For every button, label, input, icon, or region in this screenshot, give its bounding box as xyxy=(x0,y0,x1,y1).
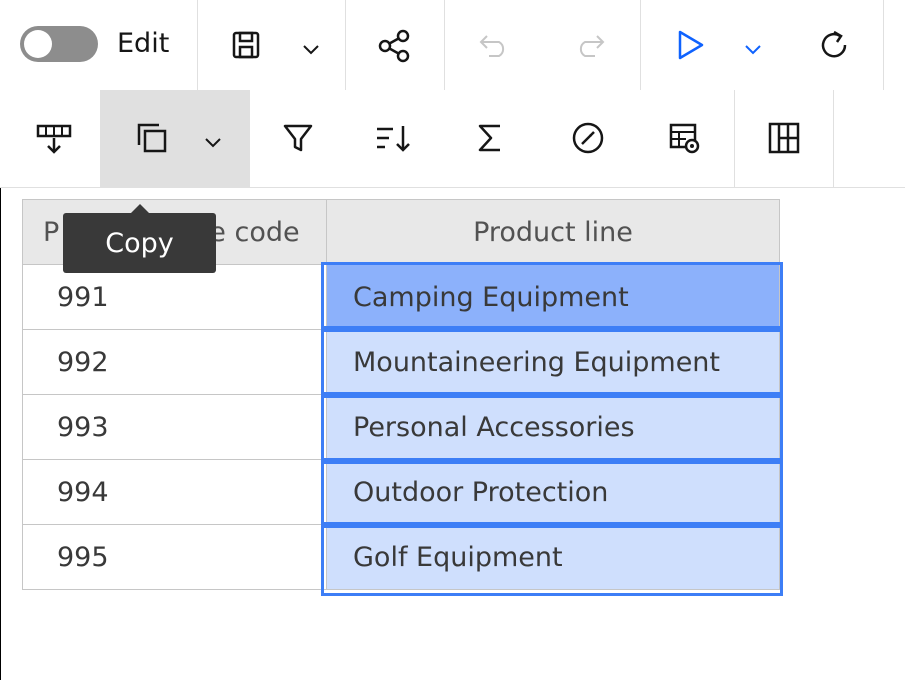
table-row: 992 Mountaineering Equipment xyxy=(22,329,780,395)
copy-icon xyxy=(137,123,167,153)
chevron-down-icon xyxy=(205,138,221,148)
table-row: 993 Personal Accessories xyxy=(22,394,780,460)
copy-tooltip: Copy xyxy=(63,213,216,273)
divider xyxy=(100,90,101,187)
divider xyxy=(833,90,834,187)
cell-line[interactable]: Mountaineering Equipment xyxy=(326,329,780,395)
cell-line[interactable]: Personal Accessories xyxy=(326,394,780,460)
filter-icon xyxy=(283,124,313,152)
table-settings-button[interactable] xyxy=(662,118,706,158)
edit-label: Edit xyxy=(117,28,170,59)
divider xyxy=(249,90,250,187)
share-icon xyxy=(378,29,410,63)
table-row: 995 Golf Equipment xyxy=(22,524,780,590)
table-settings-icon xyxy=(669,123,700,154)
cell-code[interactable]: 993 xyxy=(22,394,327,460)
undo-button[interactable] xyxy=(474,28,514,64)
undo-icon xyxy=(479,35,505,57)
cell-code[interactable]: 991 xyxy=(22,264,327,330)
redo-icon xyxy=(579,35,605,57)
run-menu-button[interactable] xyxy=(738,35,768,65)
chevron-down-icon xyxy=(745,45,761,55)
sort-button[interactable] xyxy=(370,118,416,158)
table-row: 991 Camping Equipment xyxy=(22,264,780,330)
refresh-icon xyxy=(821,30,847,58)
navigate-button[interactable] xyxy=(566,118,610,158)
summarize-icon xyxy=(478,124,500,152)
save-icon xyxy=(232,31,260,59)
divider xyxy=(444,0,445,90)
save-menu-button[interactable] xyxy=(296,35,326,65)
copy-button[interactable] xyxy=(128,118,176,158)
cell-code[interactable]: 995 xyxy=(22,524,327,590)
insert-row-button[interactable] xyxy=(30,118,78,158)
grid-icon xyxy=(768,122,800,154)
run-button[interactable] xyxy=(670,25,710,65)
cell-line[interactable]: Golf Equipment xyxy=(326,524,780,590)
divider xyxy=(734,90,735,187)
header-visible-start: P xyxy=(43,216,60,248)
table-row: 994 Outdoor Protection xyxy=(22,459,780,525)
refresh-button[interactable] xyxy=(812,25,856,65)
sort-icon xyxy=(377,126,410,152)
column-header-line[interactable]: Product line xyxy=(326,199,780,265)
save-button[interactable] xyxy=(222,25,270,65)
header-visible-end: e code xyxy=(209,216,300,248)
main-toolbar: Edit xyxy=(0,0,905,91)
copy-menu-button[interactable] xyxy=(198,128,228,158)
cell-line[interactable]: Camping Equipment xyxy=(326,264,780,330)
filter-button[interactable] xyxy=(276,118,320,158)
data-toolbar xyxy=(0,90,905,188)
chevron-down-icon xyxy=(303,45,319,55)
run-icon xyxy=(678,30,704,60)
edit-toggle[interactable] xyxy=(20,26,98,62)
compass-icon xyxy=(572,122,604,154)
summarize-button[interactable] xyxy=(468,118,512,158)
insert-row-icon xyxy=(36,124,72,154)
divider xyxy=(640,0,641,90)
cell-code[interactable]: 992 xyxy=(22,329,327,395)
grid-button[interactable] xyxy=(762,118,806,158)
cell-line[interactable]: Outdoor Protection xyxy=(326,459,780,525)
cell-code[interactable]: 994 xyxy=(22,459,327,525)
redo-button[interactable] xyxy=(570,28,610,64)
share-button[interactable] xyxy=(372,24,416,68)
divider xyxy=(345,0,346,90)
divider xyxy=(197,0,198,90)
toggle-knob xyxy=(24,30,52,58)
divider xyxy=(883,0,884,90)
